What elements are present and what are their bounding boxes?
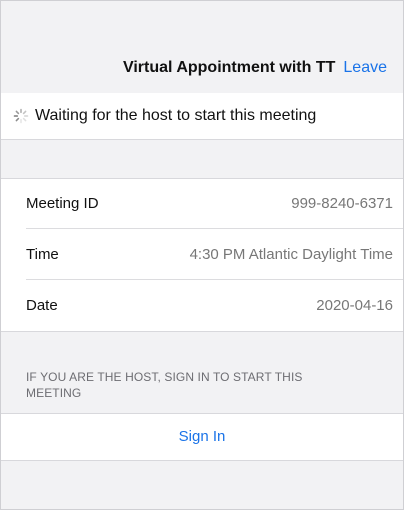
meeting-waiting-screen: Virtual Appointment with TT Leave Waiting… bbox=[0, 0, 404, 510]
time-row: Time 4:30 PM Atlantic Daylight Time bbox=[1, 230, 403, 280]
time-label: Time bbox=[26, 246, 59, 263]
title-row: Virtual Appointment with TT Leave bbox=[1, 59, 387, 77]
waiting-text: Waiting for the host to start this meeti… bbox=[35, 107, 317, 124]
meeting-details: Meeting ID 999-8240-6371 Time 4:30 PM At… bbox=[1, 178, 403, 332]
meeting-title: Virtual Appointment with TT bbox=[122, 59, 336, 76]
meeting-id-value: 999-8240-6371 bbox=[291, 195, 393, 212]
date-label: Date bbox=[26, 297, 58, 314]
meeting-id-row: Meeting ID 999-8240-6371 bbox=[1, 179, 403, 229]
meeting-id-label: Meeting ID bbox=[26, 195, 99, 212]
date-row: Date 2020-04-16 bbox=[1, 281, 403, 331]
leave-button[interactable]: Leave bbox=[343, 59, 387, 76]
host-sign-in-note: IF YOU ARE THE HOST, SIGN IN TO START TH… bbox=[26, 370, 303, 400]
top-bar: Virtual Appointment with TT Leave bbox=[1, 1, 403, 94]
sign-in-row[interactable]: Sign In bbox=[1, 413, 403, 461]
loading-spinner-icon bbox=[13, 108, 29, 124]
waiting-status: Waiting for the host to start this meeti… bbox=[1, 93, 403, 140]
sign-in-button[interactable]: Sign In bbox=[179, 428, 226, 445]
date-value: 2020-04-16 bbox=[316, 297, 393, 314]
time-value: 4:30 PM Atlantic Daylight Time bbox=[189, 246, 393, 263]
